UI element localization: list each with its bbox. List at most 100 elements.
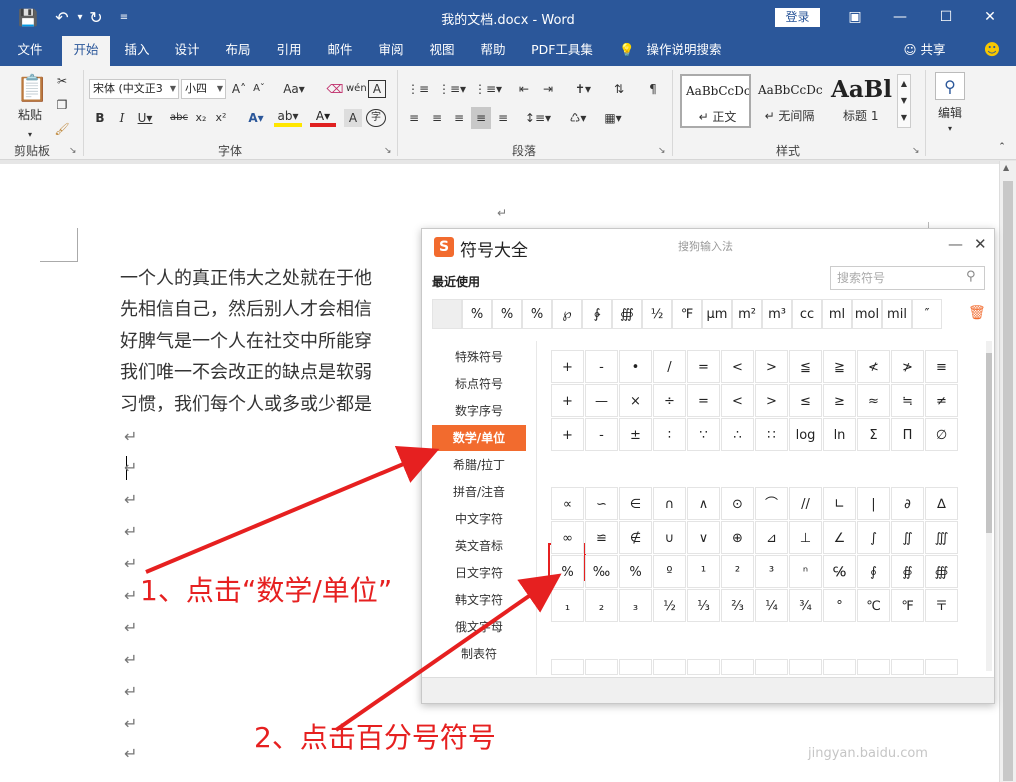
symbol-cell[interactable]: º	[653, 555, 686, 588]
styles-gallery-scroll[interactable]: ▲ ▼ ▼	[897, 74, 911, 128]
recent-symbol[interactable]: ml	[822, 299, 852, 329]
recent-symbol[interactable]: cc	[792, 299, 822, 329]
symbol-cell[interactable]: ⊕	[721, 521, 754, 554]
symbol-search-input[interactable]: 搜索符号	[830, 266, 985, 290]
symbol-cell[interactable]	[925, 659, 958, 675]
symbol-cell[interactable]: <	[721, 350, 754, 383]
symbol-cell[interactable]: 〒	[925, 589, 958, 622]
category-item[interactable]: 数学/单位	[432, 425, 526, 451]
symbol-cell[interactable]	[585, 659, 618, 675]
shading-icon[interactable]: ♺▾	[565, 107, 591, 129]
recent-symbol[interactable]: μm	[702, 299, 732, 329]
tell-me-search[interactable]: 操作说明搜索	[642, 36, 726, 66]
symbol-cell[interactable]: ∧	[687, 487, 720, 520]
symbol-cell[interactable]: Σ	[857, 418, 890, 451]
symbol-cell[interactable]: ∭	[925, 521, 958, 554]
category-item[interactable]: 拼音/注音	[432, 479, 526, 505]
paragraph-launcher-icon[interactable]: ↘	[658, 146, 666, 156]
borders-icon[interactable]: ▦▾	[598, 107, 628, 129]
feedback-smiley-icon[interactable]: ☻	[981, 36, 1003, 66]
login-button[interactable]: 登录	[775, 8, 820, 27]
symbol-cell[interactable]: ∮	[857, 555, 890, 588]
symbol-cell[interactable]: %	[619, 555, 652, 588]
symbol-cell[interactable]: ≡	[925, 350, 958, 383]
redo-icon[interactable]: ↻	[84, 6, 108, 30]
symbol-cell[interactable]: ∆	[925, 487, 958, 520]
symbol-cell[interactable]: °	[823, 589, 856, 622]
share-button[interactable]: 共享	[918, 36, 948, 66]
font-color-icon[interactable]: A▾	[310, 107, 336, 127]
symbol-cell[interactable]: log	[789, 418, 822, 451]
symbol-cell[interactable]: ∪	[653, 521, 686, 554]
symbol-cell[interactable]: ₁	[551, 589, 584, 622]
symbol-cell[interactable]: ⌒	[755, 487, 788, 520]
recent-symbol[interactable]: ½	[642, 299, 672, 329]
highlight-color-icon[interactable]: ab▾	[274, 107, 302, 127]
symbol-cell[interactable]: ≤	[789, 384, 822, 417]
tab-file[interactable]: 文件	[8, 36, 52, 66]
sort-icon[interactable]: ⇅	[608, 78, 630, 100]
line-spacing-icon[interactable]: ↕≡▾	[524, 107, 552, 129]
font-size-combo[interactable]: 小四 ▼	[181, 79, 226, 99]
recent-symbol[interactable]	[432, 299, 462, 329]
align-right-icon[interactable]: ≡	[450, 107, 468, 129]
symbol-cell[interactable]: ∂	[891, 487, 924, 520]
recent-symbol[interactable]: ∲	[582, 299, 612, 329]
tab-view[interactable]: 视图	[421, 36, 463, 66]
symbol-cell[interactable]: ℉	[891, 589, 924, 622]
italic-icon[interactable]: I	[114, 107, 130, 129]
category-item[interactable]: 标点符号	[432, 371, 526, 397]
symbol-cell[interactable]: ℅	[823, 555, 856, 588]
symbol-cell[interactable]	[823, 659, 856, 675]
symbol-cell[interactable]: ⁿ	[789, 555, 822, 588]
search-icon[interactable]: ⚲	[966, 269, 976, 284]
symbol-cell[interactable]: ∷	[755, 418, 788, 451]
category-item[interactable]: 英文音标	[432, 533, 526, 559]
text-effects-icon[interactable]: A▾	[244, 107, 268, 129]
category-item[interactable]: 制表符	[432, 641, 526, 667]
decrease-indent-icon[interactable]: ⇤	[514, 78, 534, 100]
style-normal[interactable]: AaBbCcDc ↵ 正文	[680, 74, 751, 128]
symbol-cell[interactable]	[789, 659, 822, 675]
symbol-cell[interactable]: ≈	[857, 384, 890, 417]
collapse-ribbon-icon[interactable]: ⌃	[994, 136, 1010, 158]
symbol-cell[interactable]	[857, 659, 890, 675]
tab-review[interactable]: 审阅	[370, 36, 412, 66]
clear-formatting-icon[interactable]: ⌫	[326, 78, 344, 100]
symbol-cell[interactable]	[687, 659, 720, 675]
symbol-cell[interactable]: ₂	[585, 589, 618, 622]
tab-home[interactable]: 开始	[62, 36, 110, 66]
chinese-layout-icon[interactable]: ✝▾	[570, 78, 596, 100]
increase-indent-icon[interactable]: ⇥	[538, 78, 558, 100]
symbol-cell[interactable]: ±	[619, 418, 652, 451]
symbol-cell[interactable]: <	[721, 384, 754, 417]
recent-symbol[interactable]: ℘	[552, 299, 582, 329]
category-item[interactable]: 希腊/拉丁	[432, 452, 526, 478]
symbol-cell[interactable]: ∰	[925, 555, 958, 588]
symbol-cell[interactable]: ∩	[653, 487, 686, 520]
symbol-cell[interactable]: ∵	[687, 418, 720, 451]
multilevel-list-icon[interactable]: ⋮≡▾	[474, 78, 502, 100]
subscript-icon[interactable]: x₂	[192, 107, 210, 129]
symbol-cell[interactable]: +	[551, 418, 584, 451]
symbol-cell[interactable]: ∯	[891, 555, 924, 588]
recent-symbol[interactable]: %	[462, 299, 492, 329]
character-shading-icon[interactable]: A	[344, 109, 362, 127]
find-icon[interactable]: ⚲	[935, 72, 965, 100]
symbol-cell[interactable]: +	[551, 350, 584, 383]
recent-symbol[interactable]: m³	[762, 299, 792, 329]
grid-scrollbar[interactable]	[986, 341, 992, 671]
minimize-icon[interactable]: —	[880, 4, 920, 30]
symbol-cell[interactable]	[891, 659, 924, 675]
close-icon[interactable]: ✕	[974, 235, 987, 253]
symbol-cell[interactable]: ²	[721, 555, 754, 588]
symbol-cell[interactable]: ∽	[585, 487, 618, 520]
style-heading-1[interactable]: AaBl 标题 1	[826, 74, 896, 128]
recent-symbol[interactable]: mol	[852, 299, 882, 329]
paste-button[interactable]: 粘贴	[12, 104, 48, 126]
superscript-icon[interactable]: x²	[212, 107, 230, 129]
recent-symbol[interactable]: m²	[732, 299, 762, 329]
paste-icon[interactable]: 📋	[16, 72, 48, 106]
style-no-spacing[interactable]: AaBbCcDc ↵ 无间隔	[753, 74, 824, 128]
format-painter-icon[interactable]: 🖌	[52, 118, 72, 140]
